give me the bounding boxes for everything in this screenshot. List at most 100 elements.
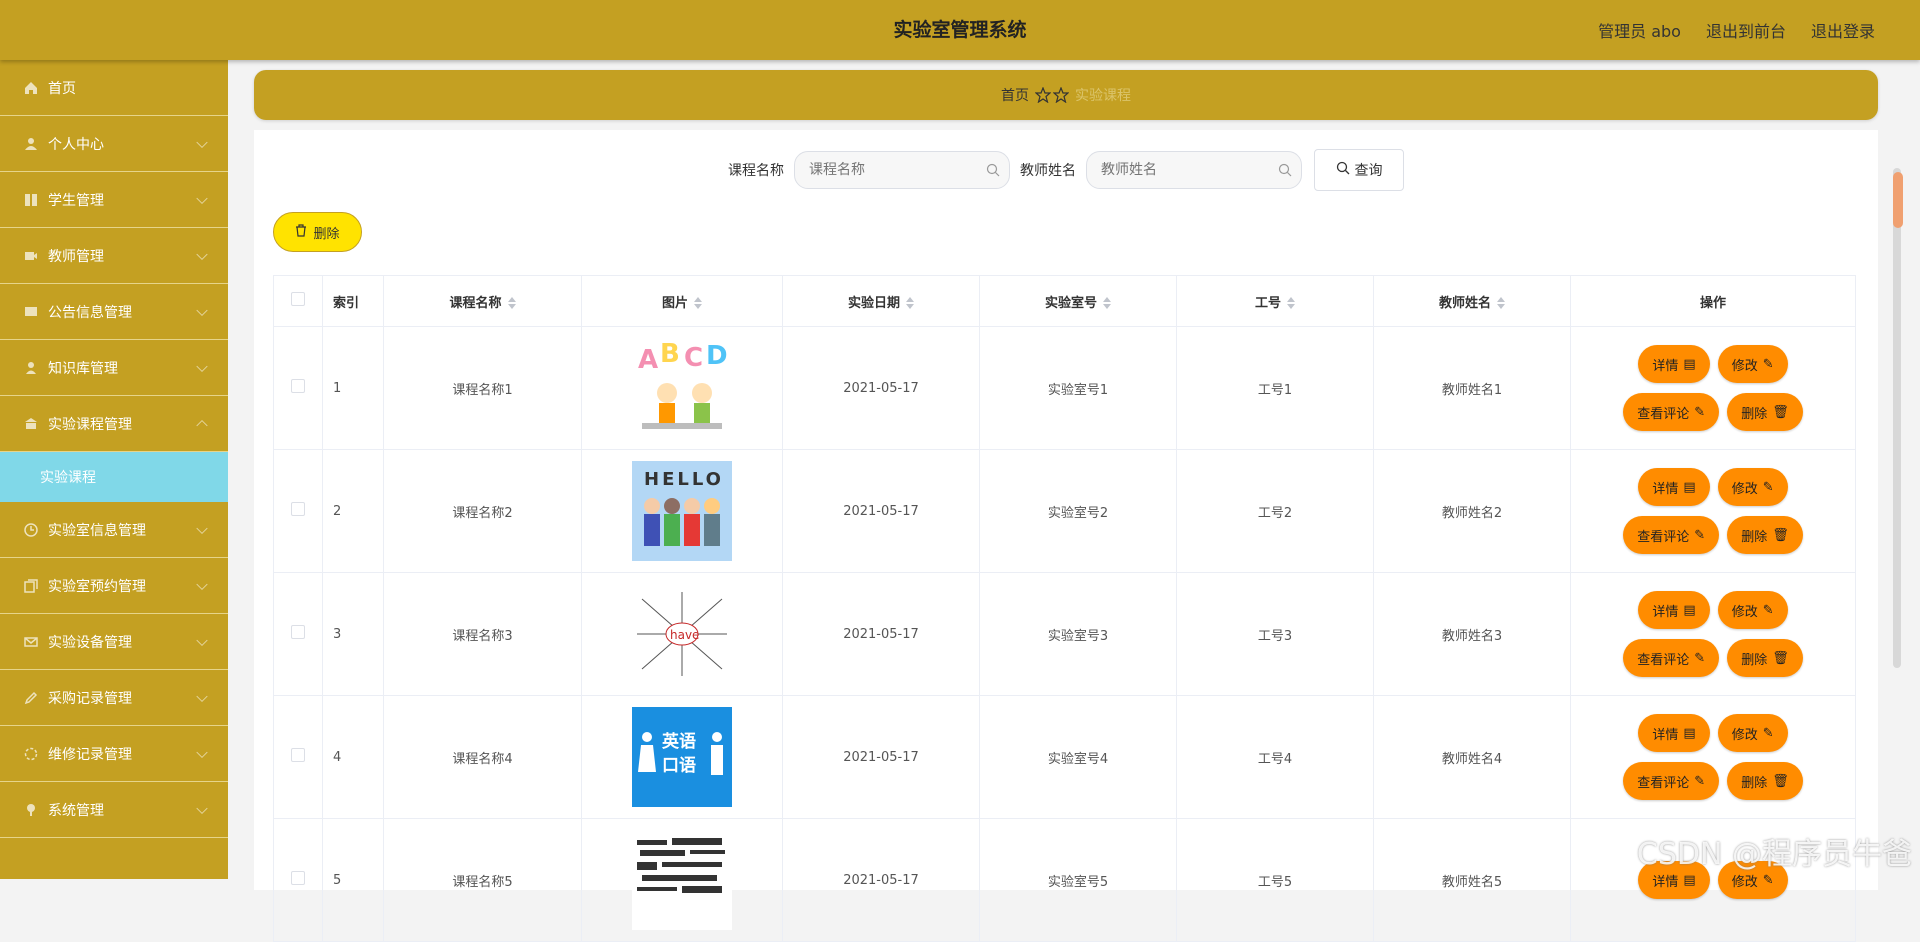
- delete-label: 删除: [1741, 652, 1768, 668]
- col-label: 工号: [1254, 295, 1281, 311]
- detail-button[interactable]: 详情 ▤: [1638, 345, 1710, 383]
- sort-icon: [507, 297, 516, 309]
- chevron-down-icon: [196, 578, 208, 590]
- select-all-checkbox[interactable]: [291, 292, 305, 306]
- delete-button[interactable]: 删除 🗑: [1727, 762, 1803, 800]
- view-comments-button[interactable]: 查看评论 ✎: [1623, 762, 1720, 800]
- mail-icon: [24, 635, 38, 649]
- teacher-name-input[interactable]: [1086, 151, 1302, 189]
- sidebar-item-label: 首页: [48, 80, 76, 97]
- sidebar-item-lab-info[interactable]: 实验室信息管理: [0, 502, 228, 558]
- row-job: 工号3: [1176, 572, 1374, 696]
- vertical-scrollbar-track[interactable]: [1893, 168, 1901, 668]
- detail-button[interactable]: 详情 ▤: [1638, 714, 1710, 752]
- chevron-down-icon: [196, 634, 208, 646]
- delete-button[interactable]: 删除 🗑: [1727, 639, 1803, 677]
- row-actions: 详情 ▤ 修改 ✎ 查看评论 ✎ 删除 🗑: [1570, 449, 1856, 573]
- row-index: 4: [322, 695, 384, 819]
- to-front-link[interactable]: 退出到前台: [1706, 18, 1786, 42]
- chevron-down-icon: [196, 802, 208, 814]
- view-comments-button[interactable]: 查看评论 ✎: [1623, 516, 1720, 554]
- view-comments-button[interactable]: 查看评论 ✎: [1623, 393, 1720, 431]
- table-row: 3 课程名称3 have 2021-05-17 实验室号3 工号3 教师姓名3: [273, 572, 1856, 696]
- row-course: 课程名称5: [383, 818, 582, 942]
- batch-delete-button[interactable]: 删除: [273, 212, 362, 252]
- detail-label: 详情: [1652, 727, 1679, 743]
- query-button[interactable]: 查询: [1314, 149, 1404, 191]
- course-image-wordcloud: [632, 830, 732, 930]
- sidebar-item-equipment[interactable]: 实验设备管理: [0, 614, 228, 670]
- document-icon: ▤: [1683, 479, 1696, 495]
- logout-link[interactable]: 退出登录: [1811, 18, 1875, 42]
- row-checkbox[interactable]: [291, 379, 305, 393]
- delete-button[interactable]: 删除 🗑: [1727, 393, 1803, 431]
- img-text: 英语: [662, 731, 696, 752]
- sidebar-item-teachers[interactable]: 教师管理: [0, 228, 228, 284]
- edit-icon: ✎: [1694, 527, 1706, 543]
- course-name-input[interactable]: [794, 151, 1010, 189]
- sidebar-item-home[interactable]: 首页: [0, 60, 228, 116]
- row-checkbox[interactable]: [291, 625, 305, 639]
- chevron-down-icon: [196, 522, 208, 534]
- row-image-cell: 英语 口语: [581, 695, 783, 819]
- trash-icon: 🗑: [1772, 527, 1789, 543]
- batch-delete-label: 删除: [313, 226, 340, 242]
- trash-icon: 🗑: [1772, 773, 1789, 789]
- col-image[interactable]: 图片: [581, 275, 783, 327]
- col-date[interactable]: 实验日期: [782, 275, 980, 327]
- row-select-cell: [273, 326, 323, 450]
- circle-icon: [24, 747, 38, 761]
- sidebar-item-system[interactable]: 系统管理: [0, 782, 228, 838]
- sidebar-item-label: 实验室预约管理: [48, 578, 146, 595]
- col-lab-number[interactable]: 实验室号: [979, 275, 1177, 327]
- top-header: 实验室管理系统 管理员 abo 退出到前台 退出登录: [0, 0, 1920, 60]
- sidebar-item-lab-booking[interactable]: 实验室预约管理: [0, 558, 228, 614]
- edit-button[interactable]: 修改 ✎: [1717, 468, 1788, 506]
- col-label: 教师姓名: [1438, 295, 1491, 311]
- star-separator-icon: [1035, 87, 1069, 103]
- row-date: 2021-05-17: [782, 695, 980, 819]
- edit-button[interactable]: 修改 ✎: [1717, 714, 1788, 752]
- course-image-english: 英语 口语: [632, 707, 732, 807]
- row-actions: 详情 ▤ 修改 ✎ 查看评论 ✎ 删除 🗑: [1570, 572, 1856, 696]
- sidebar-item-label: 教师管理: [48, 248, 104, 265]
- edit-label: 修改: [1731, 727, 1758, 743]
- select-all-cell: [273, 275, 323, 327]
- trash-icon: 🗑: [1772, 650, 1789, 666]
- sidebar-item-profile[interactable]: 个人中心: [0, 116, 228, 172]
- search-row: 课程名称 教师姓名 查询: [254, 149, 1878, 191]
- breadcrumb: 首页 实验课程: [254, 70, 1878, 120]
- row-checkbox[interactable]: [291, 748, 305, 762]
- sidebar-item-purchase[interactable]: 采购记录管理: [0, 670, 228, 726]
- copy-icon: [24, 578, 38, 593]
- detail-button[interactable]: 详情 ▤: [1638, 591, 1710, 629]
- sidebar-item-label: 系统管理: [48, 802, 104, 819]
- comments-label: 查看评论: [1637, 529, 1690, 545]
- edit-button[interactable]: 修改 ✎: [1717, 345, 1788, 383]
- vertical-scrollbar-thumb[interactable]: [1893, 172, 1903, 228]
- delete-button[interactable]: 删除 🗑: [1727, 516, 1803, 554]
- col-label: 实验日期: [847, 295, 900, 311]
- edit-icon: ✎: [1762, 602, 1774, 618]
- row-checkbox[interactable]: [291, 871, 305, 885]
- col-course-name[interactable]: 课程名称: [383, 275, 582, 327]
- sidebar-item-label: 实验课程管理: [48, 416, 132, 433]
- sidebar-item-repair[interactable]: 维修记录管理: [0, 726, 228, 782]
- img-text: 口语: [662, 756, 696, 776]
- list-panel: 课程名称 教师姓名 查询 删除 索引: [254, 130, 1878, 942]
- clock-icon: [24, 522, 38, 537]
- sidebar-item-courses[interactable]: 实验课程管理: [0, 396, 228, 452]
- sidebar-item-students[interactable]: 学生管理: [0, 172, 228, 228]
- trash-icon: [295, 223, 307, 241]
- edit-button[interactable]: 修改 ✎: [1717, 591, 1788, 629]
- sidebar-item-knowledge[interactable]: 知识库管理: [0, 340, 228, 396]
- person-icon: [24, 361, 38, 375]
- col-job-number[interactable]: 工号: [1176, 275, 1374, 327]
- breadcrumb-home[interactable]: 首页: [1001, 85, 1029, 105]
- sidebar-item-notices[interactable]: 公告信息管理: [0, 284, 228, 340]
- row-checkbox[interactable]: [291, 502, 305, 516]
- sidebar-subitem-course[interactable]: 实验课程: [0, 452, 228, 502]
- view-comments-button[interactable]: 查看评论 ✎: [1623, 639, 1720, 677]
- detail-button[interactable]: 详情 ▤: [1638, 468, 1710, 506]
- col-teacher-name[interactable]: 教师姓名: [1373, 275, 1571, 327]
